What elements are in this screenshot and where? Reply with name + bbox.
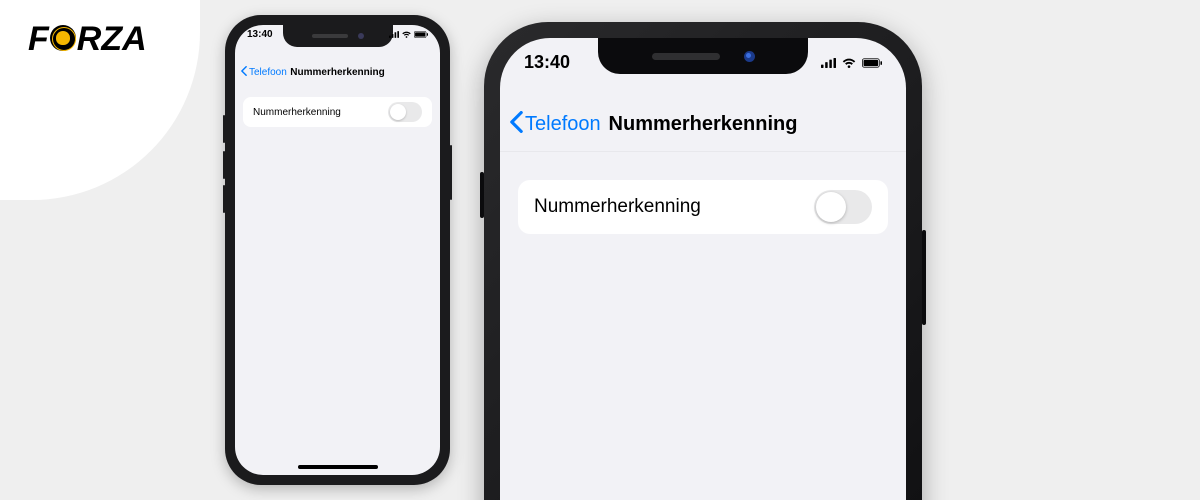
back-button[interactable]: Telefoon [510,111,601,139]
phone-small-frame: 13:40 Telefoon Nummerherkenning Nummerhe… [225,15,450,485]
wifi-icon [402,31,411,38]
page-title: Nummerherkenning [290,67,384,78]
phone-small-screen: 13:40 Telefoon Nummerherkenning Nummerhe… [235,25,440,475]
status-time: 13:40 [247,29,273,40]
home-indicator[interactable] [298,465,378,469]
setting-row-callerid[interactable]: Nummerherkenning [243,97,432,127]
page-title: Nummerherkenning [609,113,798,136]
lion-icon [50,25,76,51]
setting-row-callerid[interactable]: Nummerherkenning [518,180,888,234]
phone-large-frame: 13:40 Telefoon Nummerherkenning Nummerhe… [484,22,922,500]
navigation-bar: Telefoon Nummerherkenning [500,98,906,152]
cellular-signal-icon [389,31,399,38]
callerid-toggle[interactable] [388,102,422,122]
setting-label: Nummerherkenning [253,107,341,118]
back-label: Telefoon [249,67,287,78]
back-button[interactable]: Telefoon [241,66,287,79]
navigation-bar: Telefoon Nummerherkenning [235,57,440,87]
battery-icon [414,31,428,38]
chevron-left-icon [510,111,523,139]
setting-label: Nummerherkenning [534,196,701,218]
phone-large-screen: 13:40 Telefoon Nummerherkenning Nummerhe… [500,38,906,500]
status-bar: 13:40 [235,29,440,40]
wifi-icon [842,58,856,68]
chevron-left-icon [241,66,247,79]
battery-icon [862,58,882,68]
cellular-signal-icon [821,58,836,68]
brand-logo: F RZA [28,20,147,59]
callerid-toggle[interactable] [814,190,872,224]
brand-suffix: RZA [77,20,147,59]
status-bar: 13:40 [500,52,906,73]
status-time: 13:40 [524,52,570,73]
back-label: Telefoon [525,113,601,136]
brand-prefix: F [28,20,49,59]
